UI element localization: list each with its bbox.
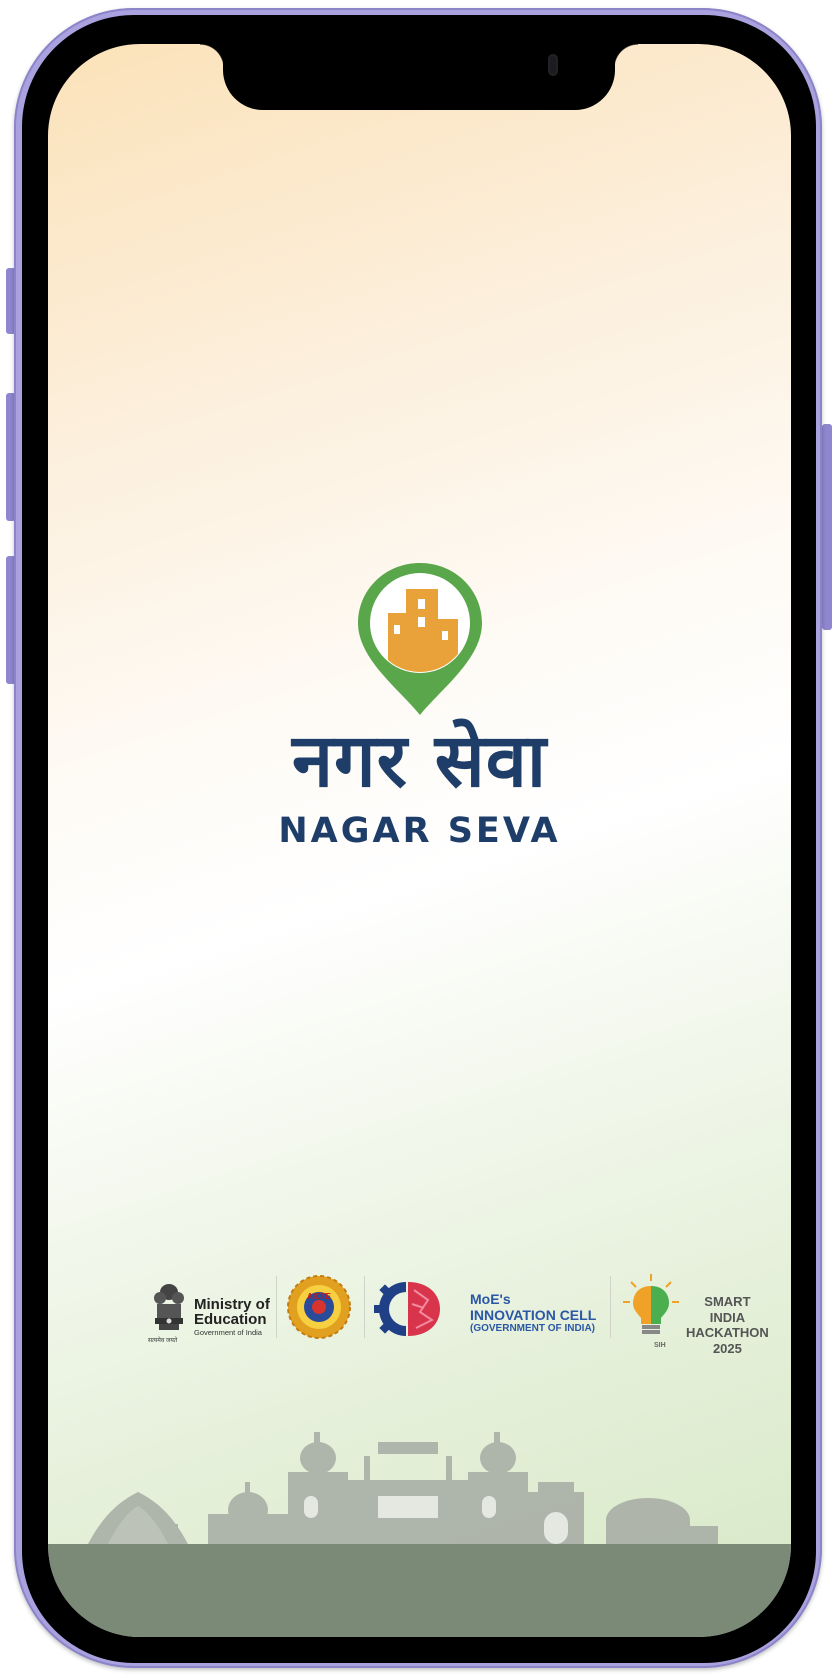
sih-line2: HACKATHON xyxy=(686,1325,769,1341)
notch xyxy=(200,44,638,110)
sponsor-logos: सत्यमेव जयते Ministry of Education Gover… xyxy=(96,1264,769,1356)
ministry-line3: Government of India xyxy=(194,1328,262,1337)
power-button[interactable] xyxy=(822,424,832,630)
divider xyxy=(276,1276,277,1338)
sih-line1: SMART INDIA xyxy=(704,1294,751,1325)
sih-badge: SIH xyxy=(654,1342,666,1349)
location-pin-building-icon xyxy=(358,563,482,715)
emblem-caption: सत्यमेव जयते xyxy=(148,1338,178,1344)
ministry-of-education-label: Ministry of Education Government of Indi… xyxy=(194,1297,270,1337)
aicte-label: AICTE xyxy=(307,1292,332,1301)
front-camera-icon xyxy=(548,54,558,76)
divider xyxy=(610,1276,611,1338)
sih-line3: 2025 xyxy=(712,1340,742,1356)
innovation-cell-label: MoE's INNOVATION CELL (GOVERNMENT OF IND… xyxy=(470,1292,596,1334)
sih-label: SMART INDIA HACKATHON 2025 xyxy=(686,1294,769,1356)
ground-band xyxy=(48,1544,791,1637)
ministry-line1: Ministry of xyxy=(194,1296,270,1313)
innovation-line3: (GOVERNMENT OF INDIA) xyxy=(470,1323,595,1334)
ministry-line2: Education xyxy=(194,1311,267,1328)
gear-brain-icon xyxy=(374,1282,440,1336)
divider xyxy=(364,1276,365,1338)
app-title-english: NAGAR SEVA xyxy=(278,811,561,851)
lightbulb-brain-icon xyxy=(623,1274,679,1334)
ashoka-emblem-icon xyxy=(154,1284,184,1330)
innovation-line1: MoE's xyxy=(470,1291,511,1307)
splash-screen: नगर सेवा NAGAR SEVA सत्यमेव जयते Ministr… xyxy=(48,44,791,1637)
app-title-hindi: नगर सेवा xyxy=(291,718,548,804)
aicte-gear-logo-icon: AICTE xyxy=(287,1275,351,1339)
innovation-line2: INNOVATION CELL xyxy=(470,1307,597,1323)
